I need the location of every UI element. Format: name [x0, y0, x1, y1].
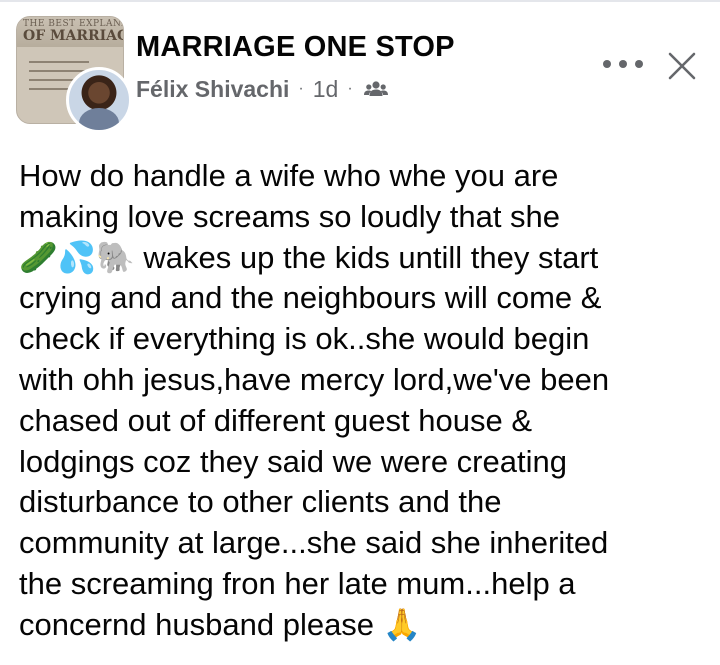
avatar-shirt — [79, 108, 119, 130]
post-timestamp[interactable]: 1d — [313, 76, 339, 103]
post-body-text: How do handle a wife who whe you are mak… — [19, 158, 610, 642]
meta-separator: · — [347, 80, 353, 97]
top-divider — [0, 0, 720, 2]
more-options-button[interactable] — [603, 54, 643, 74]
thumbnail-title: OF MARRIAGE — [23, 28, 123, 44]
group-name[interactable]: MARRIAGE ONE STOP — [136, 31, 455, 64]
post-header: THE BEST EXPLANATION OF MARRIAGE MARRIAG… — [16, 16, 706, 136]
more-options-icon — [635, 60, 643, 68]
author-name[interactable]: Félix Shivachi — [136, 76, 289, 103]
thumbnail-text-line — [29, 61, 89, 63]
more-options-icon — [603, 60, 611, 68]
post-meta: Félix Shivachi · 1d · — [136, 74, 388, 104]
meta-separator: · — [298, 80, 304, 97]
author-avatar[interactable] — [66, 67, 132, 133]
group-audience-icon — [363, 81, 388, 96]
more-options-icon — [619, 60, 627, 68]
close-icon[interactable] — [666, 50, 698, 82]
